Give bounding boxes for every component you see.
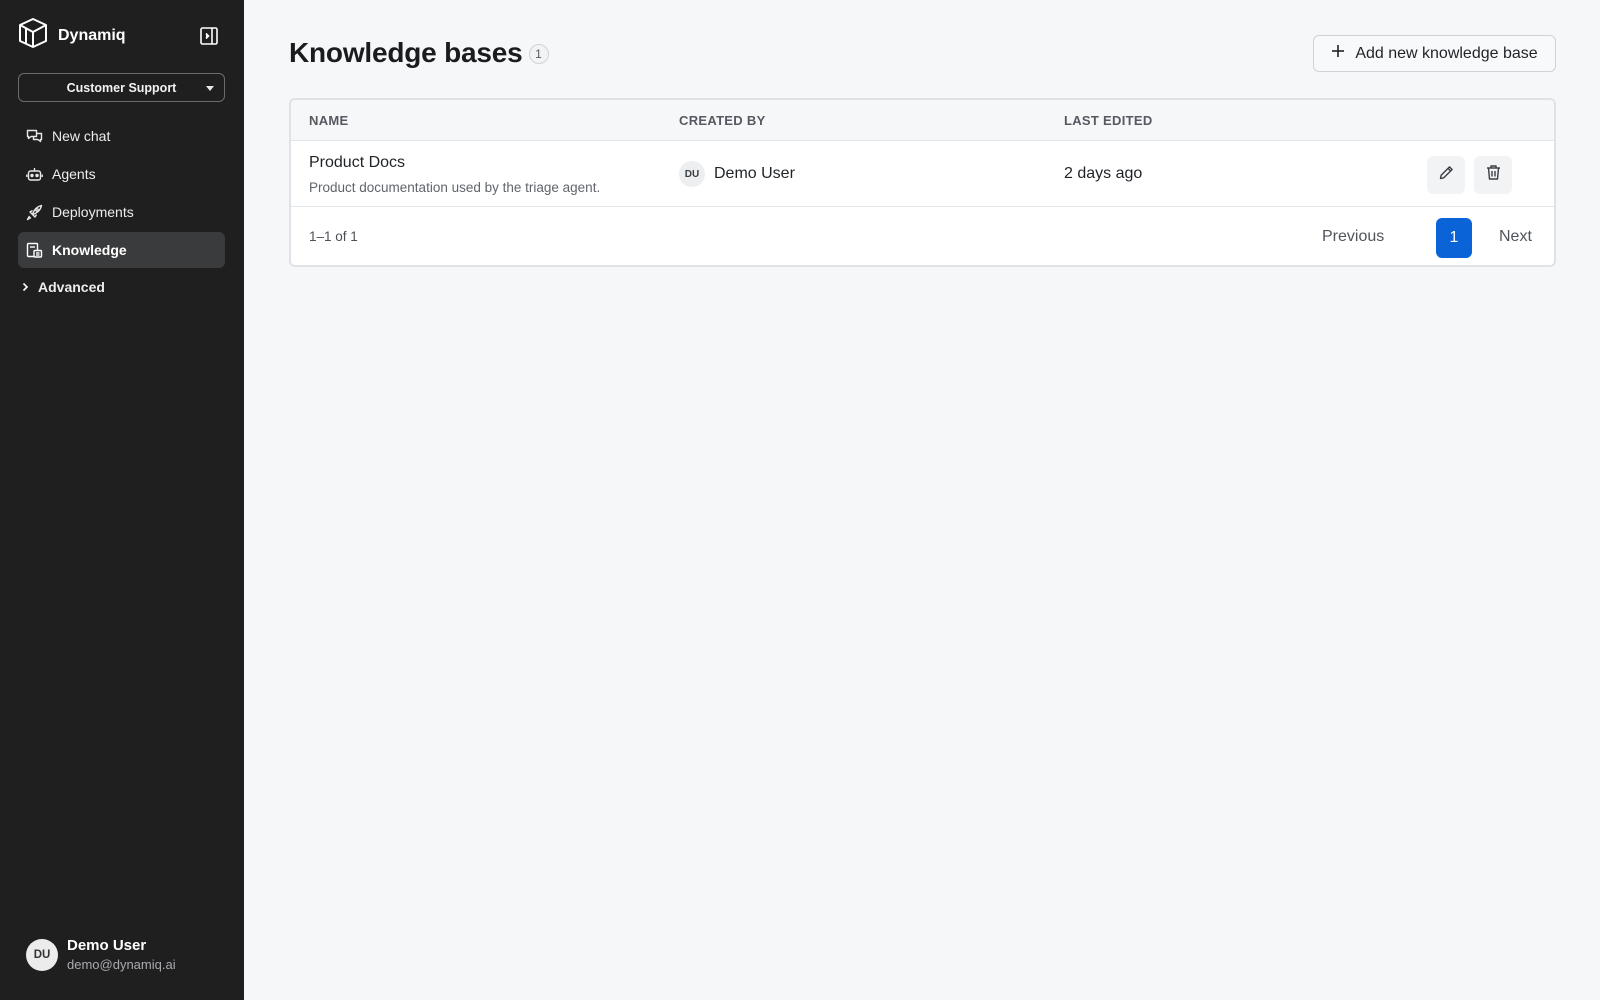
column-header-name[interactable]: NAME <box>309 113 348 128</box>
sidebar-item-label: Deployments <box>52 204 134 220</box>
avatar: DU <box>679 161 705 187</box>
collapse-sidebar-button[interactable] <box>199 26 219 46</box>
main-content: Knowledge bases 1 Add new knowledge base… <box>244 0 1600 1000</box>
pencil-icon <box>1438 164 1455 186</box>
add-button-label: Add new knowledge base <box>1355 44 1538 62</box>
sidebar-item-label: Agents <box>52 166 96 182</box>
robot-icon <box>26 166 43 183</box>
page-number-button[interactable]: 1 <box>1436 218 1472 258</box>
user-name: Demo User <box>67 937 147 954</box>
workspace-select-value: Customer Support <box>66 80 177 95</box>
chat-icon <box>26 128 43 145</box>
previous-page-button[interactable]: Previous <box>1322 228 1384 246</box>
caret-down-icon <box>206 86 214 91</box>
sidebar-item-label: Knowledge <box>52 242 127 258</box>
count-badge: 1 <box>528 44 549 64</box>
rocket-icon <box>26 204 43 221</box>
table-footer: 1–1 of 1 Previous 1 Next <box>291 207 1554 265</box>
trash-icon <box>1485 164 1502 186</box>
creator: DU Demo User <box>679 161 795 187</box>
pagination-range: 1–1 of 1 <box>309 229 358 244</box>
sidebar-toggle-icon <box>199 27 219 50</box>
knowledge-base-name[interactable]: Product Docs <box>309 154 405 172</box>
brand-name: Dynamiq <box>58 26 126 44</box>
creator-name: Demo User <box>714 165 795 182</box>
sidebar-item-label: New chat <box>52 128 111 144</box>
sidebar-item-agents[interactable]: Agents <box>18 156 225 192</box>
advanced-toggle[interactable]: Advanced <box>20 279 105 295</box>
table-header: NAME CREATED BY LAST EDITED <box>291 100 1554 141</box>
sidebar-item-new-chat[interactable]: New chat <box>18 118 225 154</box>
workspace-select[interactable]: Customer Support <box>18 73 225 102</box>
column-header-created-by[interactable]: CREATED BY <box>679 113 766 128</box>
user-profile[interactable]: DU Demo User demo@dynamiq.ai <box>26 937 176 972</box>
next-page-button[interactable]: Next <box>1499 228 1532 246</box>
knowledge-table: NAME CREATED BY LAST EDITED Product Docs… <box>289 98 1556 267</box>
brand[interactable]: Dynamiq <box>18 17 126 54</box>
plus-icon <box>1331 44 1345 63</box>
user-email: demo@dynamiq.ai <box>67 957 176 972</box>
delete-button[interactable] <box>1474 156 1512 194</box>
sidebar-item-deployments[interactable]: Deployments <box>18 194 225 230</box>
chevron-right-icon <box>20 279 30 295</box>
advanced-label: Advanced <box>38 279 105 295</box>
column-header-last-edited[interactable]: LAST EDITED <box>1064 113 1153 128</box>
page-title: Knowledge bases <box>289 37 523 68</box>
add-knowledge-base-button[interactable]: Add new knowledge base <box>1313 35 1556 72</box>
sidebar-nav: New chat Agents Deployments Knowledge <box>18 118 225 270</box>
knowledge-icon <box>26 242 43 259</box>
page-header: Knowledge bases 1 <box>289 37 549 69</box>
dynamiq-logo-icon <box>18 17 48 54</box>
last-edited: 2 days ago <box>1064 165 1143 182</box>
edit-button[interactable] <box>1427 156 1465 194</box>
table-row[interactable]: Product Docs Product documentation used … <box>291 141 1554 207</box>
avatar: DU <box>26 938 58 971</box>
knowledge-base-description: Product documentation used by the triage… <box>309 180 601 195</box>
sidebar: Dynamiq Customer Support New chat Agents… <box>0 0 244 1000</box>
sidebar-item-knowledge[interactable]: Knowledge <box>18 232 225 268</box>
